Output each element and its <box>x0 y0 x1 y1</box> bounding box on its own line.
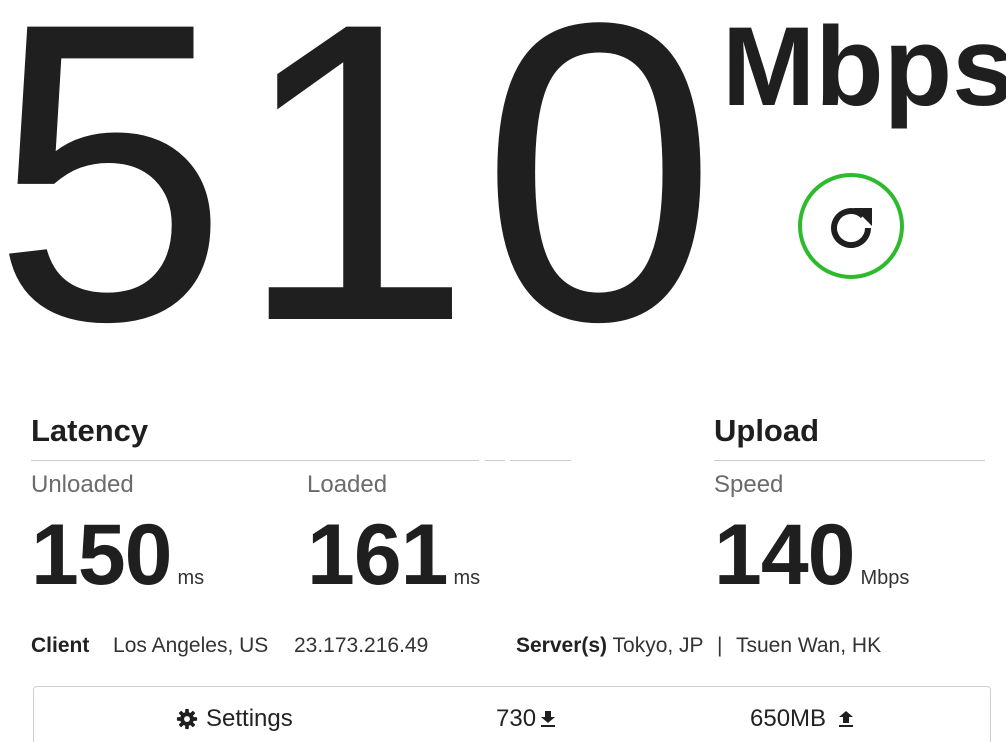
speed-test-page: 510 Mbps Latency Unloaded 150 ms Loaded 1… <box>0 0 1006 742</box>
retest-button[interactable] <box>798 173 904 279</box>
server-2: Tsuen Wan, HK <box>735 634 882 657</box>
client-ip: 23.173.216.49 <box>293 634 429 657</box>
server-info: Server(s) Tokyo, JP | Tsuen Wan, HK <box>516 634 881 658</box>
unloaded-latency: 150 ms <box>31 512 204 598</box>
refresh-icon <box>823 198 879 254</box>
server-label: Server(s) <box>516 634 608 657</box>
server-1: Tokyo, JP <box>612 634 704 657</box>
upload-arrow-icon <box>838 710 854 728</box>
latency-divider-segment <box>485 460 505 461</box>
unloaded-label: Unloaded <box>31 471 134 498</box>
upload-size: 650MB <box>750 705 854 733</box>
upload-speed-label: Speed <box>714 471 784 498</box>
upload-size-value: 650MB <box>750 705 827 732</box>
upload-speed: 140 Mbps <box>714 512 909 598</box>
upload-speed-unit: Mbps <box>860 567 910 589</box>
server-separator: | <box>717 634 723 657</box>
client-info: Client Los Angeles, US 23.173.216.49 <box>31 634 428 658</box>
download-count-value: 730 <box>496 705 537 732</box>
latency-divider <box>31 460 479 461</box>
upload-title: Upload <box>714 413 820 448</box>
upload-speed-value: 140 <box>714 507 855 603</box>
gear-icon <box>176 708 198 730</box>
client-label: Client <box>31 634 90 657</box>
bottom-bar: Settings 730 650MB <box>33 686 991 742</box>
loaded-latency-unit: ms <box>453 567 481 589</box>
unloaded-latency-unit: ms <box>177 567 205 589</box>
download-arrow-icon <box>540 710 556 728</box>
loaded-latency-value: 161 <box>307 507 448 603</box>
client-location: Los Angeles, US <box>113 634 269 657</box>
settings-label: Settings <box>206 705 293 732</box>
settings-button[interactable]: Settings <box>176 705 293 733</box>
unloaded-latency-value: 150 <box>31 507 172 603</box>
latency-title: Latency <box>31 413 149 448</box>
download-count: 730 <box>496 705 556 733</box>
loaded-label: Loaded <box>307 471 388 498</box>
loaded-latency: 161 ms <box>307 512 480 598</box>
upload-divider <box>714 460 985 461</box>
download-speed-value: 510 <box>0 0 726 410</box>
download-speed-unit: Mbps <box>722 4 1006 129</box>
latency-divider-segment <box>510 460 571 461</box>
